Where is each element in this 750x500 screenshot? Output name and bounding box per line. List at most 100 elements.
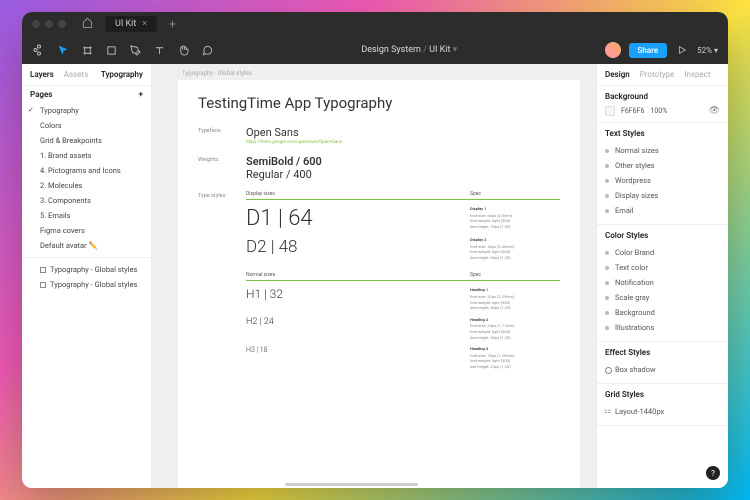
style-folder[interactable]: Illustrations: [605, 320, 720, 335]
figma-menu-icon[interactable]: [32, 43, 46, 57]
traffic-lights[interactable]: [32, 20, 66, 28]
sample-d1: D1 | 64: [246, 206, 470, 231]
page-title: TestingTime App Typography: [198, 94, 560, 112]
section-grid-styles: Grid Styles Layout-1440px: [597, 384, 728, 426]
page-item[interactable]: Figma covers: [22, 223, 151, 238]
comment-tool-icon[interactable]: [200, 43, 214, 57]
visibility-icon[interactable]: 👁: [709, 106, 720, 116]
typeface-label: Typeface:: [198, 126, 246, 145]
section-title: Effect Styles: [605, 348, 720, 357]
type-styles-label: Type styles:: [198, 191, 246, 370]
artboard[interactable]: TestingTime App Typography Typeface: Ope…: [178, 80, 580, 488]
zoom-level[interactable]: 52% ▾: [697, 46, 718, 55]
section-title: Grid Styles: [605, 390, 720, 399]
frame-tool-icon[interactable]: [80, 43, 94, 57]
sample-h2: H2 | 24: [246, 317, 470, 327]
spec-d2: Display 2font-size: 48px (3.43rem)font-w…: [470, 237, 560, 260]
toolbar-right: Share 52% ▾: [605, 42, 719, 58]
page-item[interactable]: 3. Components: [22, 193, 151, 208]
move-tool-icon[interactable]: [56, 43, 70, 57]
weight-semibold: SemiBold / 600: [246, 155, 322, 168]
typeface-name: Open Sans: [246, 126, 342, 139]
app-window: UI Kit × + Design System / UI Kit ▾ Shar…: [22, 12, 728, 488]
canvas[interactable]: Typography - Global styles TestingTime A…: [152, 64, 596, 488]
spec-d1: Display 1font-size: 64px (4.5rem)font-we…: [470, 206, 560, 229]
bg-hex[interactable]: F6F6F6: [621, 107, 644, 115]
right-panel-tabs: Design Prototype Inspect: [597, 64, 728, 86]
tab-prototype[interactable]: Prototype: [640, 70, 674, 79]
section-text-styles: Text Styles Normal sizes Other styles Wo…: [597, 123, 728, 225]
spec-h2: Heading 2font-size: 24px (1.71rem)font-w…: [470, 317, 560, 340]
page-item[interactable]: 4. Pictograms and Icons: [22, 163, 151, 178]
help-button[interactable]: ?: [706, 466, 720, 480]
style-folder[interactable]: Normal sizes: [605, 143, 720, 158]
close-tab-icon[interactable]: ×: [142, 19, 147, 29]
style-folder[interactable]: Scale gray: [605, 290, 720, 305]
section-effect-styles: Effect Styles Box shadow: [597, 342, 728, 384]
page-item[interactable]: Typography: [22, 103, 151, 118]
add-page-button[interactable]: +: [139, 90, 143, 99]
style-folder[interactable]: Notification: [605, 275, 720, 290]
page-item[interactable]: Default avatar ✏️: [22, 238, 151, 253]
artboard-label[interactable]: Typography - Global styles: [182, 70, 252, 77]
frame-icon: [40, 267, 46, 273]
style-folder[interactable]: Color Brand: [605, 245, 720, 260]
section-color-styles: Color Styles Color Brand Text color Noti…: [597, 225, 728, 342]
col-spec: Spec: [470, 191, 560, 197]
style-item[interactable]: Box shadow: [605, 362, 720, 377]
bg-opacity[interactable]: 100%: [650, 107, 667, 115]
frame-icon: [40, 282, 46, 288]
hand-tool-icon[interactable]: [176, 43, 190, 57]
style-folder[interactable]: Display sizes: [605, 188, 720, 203]
tab-layers[interactable]: Layers: [30, 70, 54, 79]
share-button[interactable]: Share: [629, 43, 668, 58]
tab-assets[interactable]: Assets: [64, 70, 88, 79]
style-folder[interactable]: Wordpress: [605, 173, 720, 188]
tool-group: [32, 43, 214, 57]
present-icon[interactable]: [675, 43, 689, 57]
sample-d2: D2 | 48: [246, 237, 470, 257]
breadcrumb[interactable]: Design System / UI Kit ▾: [214, 45, 605, 55]
section-title: Text Styles: [605, 129, 720, 138]
section-title: Color Styles: [605, 231, 720, 240]
sample-h3: H3 | 18: [246, 346, 470, 354]
left-panel-tabs: Layers Assets Typography: [22, 64, 151, 86]
col-normal: Normal sizes: [246, 272, 470, 278]
breadcrumb-root: Design System: [361, 45, 421, 55]
canvas-scrollbar[interactable]: [285, 483, 418, 486]
pen-tool-icon[interactable]: [128, 43, 142, 57]
page-item[interactable]: 2. Molecules: [22, 178, 151, 193]
pages-header: Pages +: [22, 86, 151, 103]
file-tab-label: UI Kit: [115, 19, 136, 29]
style-item[interactable]: Layout-1440px: [605, 404, 720, 419]
rectangle-tool-icon[interactable]: [104, 43, 118, 57]
bg-swatch[interactable]: [605, 106, 615, 116]
page-item[interactable]: Grid & Breakpoints: [22, 133, 151, 148]
style-folder[interactable]: Other styles: [605, 158, 720, 173]
tab-design[interactable]: Design: [605, 70, 630, 79]
page-item[interactable]: Colors: [22, 118, 151, 133]
titlebar: UI Kit × +: [22, 12, 728, 36]
text-tool-icon[interactable]: [152, 43, 166, 57]
style-folder[interactable]: Email: [605, 203, 720, 218]
home-icon[interactable]: [82, 17, 93, 31]
right-panel: Design Prototype Inspect Background F6F6…: [596, 64, 728, 488]
page-item[interactable]: 5. Emails: [22, 208, 151, 223]
typeface-link: https://fonts.google.com/specimen/Open+S…: [246, 140, 342, 145]
tab-inspect[interactable]: Inspect: [684, 70, 710, 79]
sample-h1: H1 | 32: [246, 287, 470, 301]
frame-item[interactable]: Typography - Global styles: [22, 262, 151, 277]
style-folder[interactable]: Text color: [605, 260, 720, 275]
new-tab-button[interactable]: +: [169, 17, 176, 31]
weights-label: Weights:: [198, 155, 246, 181]
page-item[interactable]: 1. Brand assets: [22, 148, 151, 163]
col-spec2: Spec: [470, 272, 560, 278]
breadcrumb-leaf: UI Kit: [429, 45, 450, 55]
frame-item[interactable]: Typography - Global styles: [22, 277, 151, 292]
avatar[interactable]: [605, 42, 621, 58]
style-folder[interactable]: Background: [605, 305, 720, 320]
file-tab[interactable]: UI Kit ×: [105, 16, 157, 32]
left-panel: Layers Assets Typography Pages + Typogra…: [22, 64, 152, 488]
spec-h1: Heading 1font-size: 32px (2.29rem)font-w…: [470, 287, 560, 310]
tab-page-name[interactable]: Typography: [101, 70, 143, 79]
